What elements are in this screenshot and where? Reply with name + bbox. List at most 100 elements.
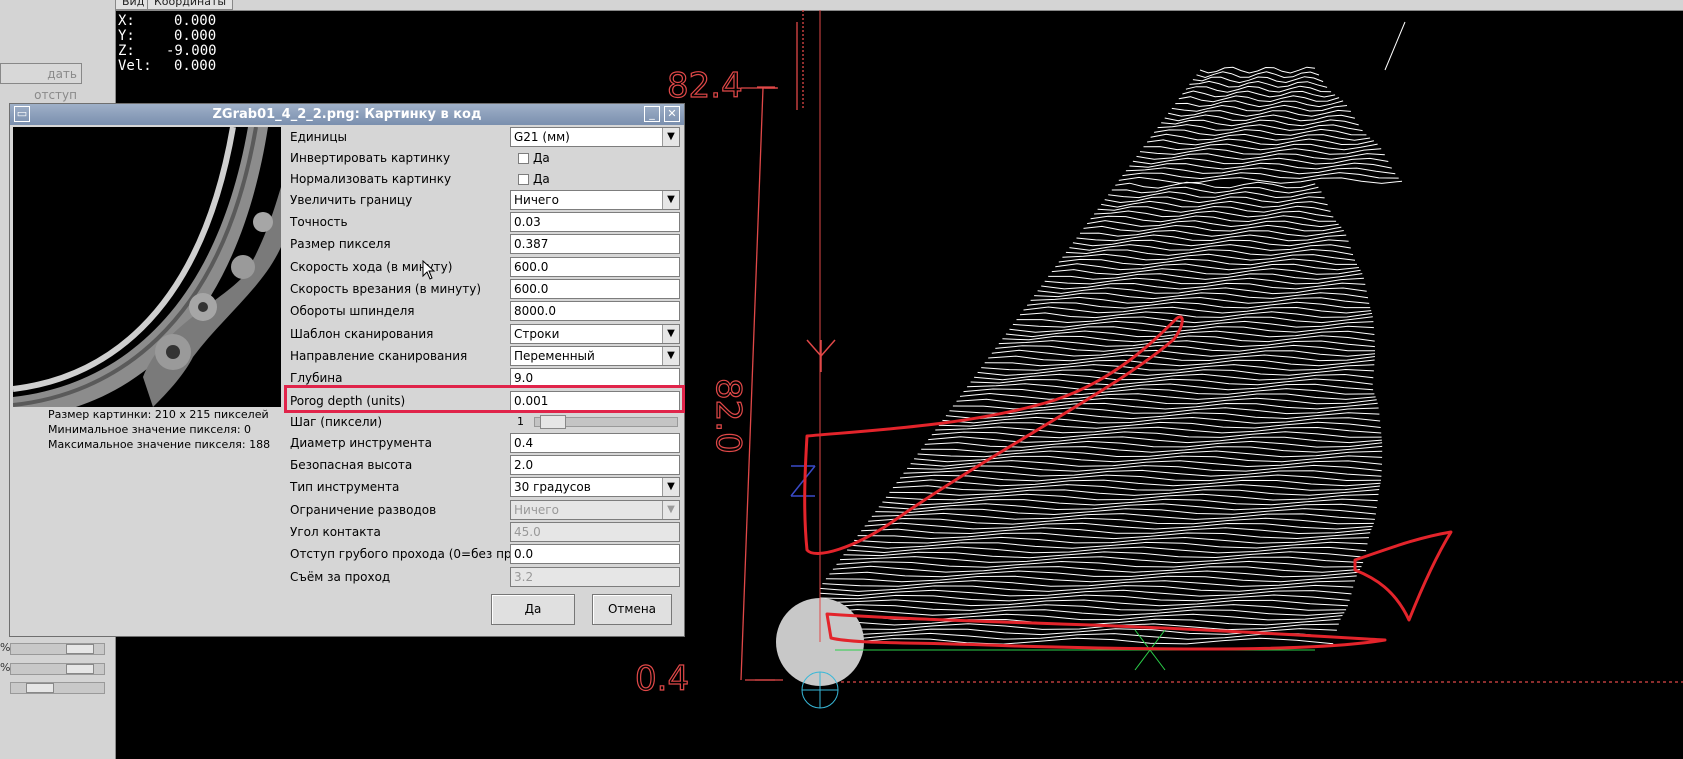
pixel-size-input[interactable]: 0.387 — [510, 234, 680, 254]
tool-type-select[interactable]: 30 градусов ▼ — [510, 477, 680, 497]
toolpath-line — [1083, 224, 1342, 232]
toolpath-line — [1051, 268, 1361, 276]
pattern-select[interactable]: Строки ▼ — [510, 324, 680, 344]
tool-diameter-label: Диаметр инструмента — [290, 436, 432, 450]
slider-knob-1[interactable] — [66, 644, 94, 654]
toolpath-line — [1150, 133, 1371, 141]
dialog-titlebar[interactable]: ▭ ZGrab01_4_2_2.png: Картинку в код _ ✕ — [10, 104, 684, 125]
toolpath-line — [1182, 90, 1336, 98]
toolpath-line — [1016, 316, 1373, 324]
z-axis-icon — [790, 465, 816, 497]
tab-view[interactable]: Вид — [115, 0, 152, 10]
row-step: Шаг (пиксели) 1 — [288, 411, 682, 433]
toolpath-line — [1023, 306, 1372, 314]
toolpath-line — [819, 604, 1347, 611]
toolpath-line — [1157, 124, 1363, 132]
toolpath-line — [1090, 215, 1337, 223]
normalize-checkbox[interactable]: Да — [518, 168, 550, 190]
override-slider-1[interactable]: % — [0, 641, 110, 657]
toolpath-line — [921, 445, 1383, 453]
feed-input[interactable]: 600.0 — [510, 257, 680, 277]
y-label: Y: — [118, 28, 135, 44]
invert-check-text: Да — [533, 151, 550, 165]
tool-type-value: 30 градусов — [514, 480, 591, 494]
toolpath-line — [952, 402, 1378, 410]
step-slider-knob[interactable] — [540, 415, 566, 429]
expand-select[interactable]: Ничего ▼ — [510, 190, 680, 210]
chevron-down-icon[interactable]: ▼ — [662, 347, 679, 365]
toolpath-line — [839, 556, 1364, 564]
step-slider[interactable]: 1 — [510, 414, 680, 430]
mouse-cursor-icon — [422, 260, 436, 280]
roughing-depth-input: 3.2 — [510, 567, 680, 587]
close-icon[interactable]: ✕ — [664, 106, 680, 122]
toolpath-line — [998, 340, 1375, 348]
toolpath-line — [1055, 263, 1359, 271]
origin-icon — [801, 671, 839, 709]
toolpath-line — [928, 436, 1382, 444]
toolpath-line — [857, 532, 1371, 540]
toolpath-line — [1147, 138, 1375, 146]
override-slider-3[interactable] — [0, 680, 110, 696]
checkbox-icon[interactable] — [518, 174, 529, 185]
spindle-input[interactable]: 8000.0 — [510, 301, 680, 321]
invert-checkbox[interactable]: Да — [518, 147, 550, 169]
bounds-label: Ограничение разводов — [290, 503, 437, 517]
chevron-down-icon[interactable]: ▼ — [662, 325, 679, 343]
row-normalize: Нормализовать картинку Да — [288, 168, 682, 190]
checkbox-icon[interactable] — [518, 153, 529, 164]
toolpath-line — [871, 512, 1375, 520]
toolpath-line — [1030, 296, 1370, 304]
invert-label: Инвертировать картинку — [290, 151, 451, 165]
row-tool-diameter: Диаметр инструмента 0.4 — [288, 432, 682, 454]
slider-label-2: % — [0, 661, 11, 674]
spindle-label: Обороты шпинделя — [290, 304, 415, 318]
toolpath-line — [864, 522, 1373, 530]
image-preview — [13, 127, 281, 407]
tool-diameter-input[interactable]: 0.4 — [510, 433, 680, 453]
max-pixel-info: Максимальное значение пикселя: 188 — [48, 438, 271, 451]
toolpath-line — [995, 344, 1376, 352]
row-feed: Скорость хода (в минуту) 600.0 — [288, 256, 682, 278]
cancel-button[interactable]: Отмена — [592, 594, 672, 625]
toolpath-lines — [819, 66, 1403, 645]
roughing-offset-input[interactable]: 0.0 — [510, 544, 680, 564]
safe-height-input[interactable]: 2.0 — [510, 455, 680, 475]
ok-button[interactable]: Да — [491, 594, 575, 625]
override-slider-2[interactable]: % — [0, 661, 110, 677]
row-pattern: Шаблон сканирования Строки ▼ — [288, 323, 682, 345]
chevron-down-icon[interactable]: ▼ — [662, 191, 679, 209]
toolpath-line — [991, 349, 1376, 357]
toolpath-line — [819, 608, 1345, 616]
toolpath-line — [956, 397, 1377, 405]
row-plunge: Скорость врезания (в минуту) 600.0 — [288, 278, 682, 300]
image-to-gcode-dialog: ▭ ZGrab01_4_2_2.png: Картинку в код _ ✕ … — [9, 103, 685, 637]
toolpath-line — [1189, 80, 1328, 88]
slider-knob-2[interactable] — [66, 664, 94, 674]
units-select[interactable]: G21 (мм) ▼ — [510, 127, 680, 147]
tolerance-input[interactable]: 0.03 — [510, 212, 680, 232]
expand-label: Увеличить границу — [290, 193, 413, 207]
bounds-select: Ничего ▼ — [510, 500, 680, 520]
red-annotation-marks — [803, 315, 1453, 651]
row-direction: Направление сканирования Переменный ▼ — [288, 345, 682, 367]
x-label: X: — [118, 13, 135, 29]
vel-value: 0.000 — [174, 58, 217, 74]
tab-coordinates[interactable]: Координаты — [147, 0, 234, 10]
chevron-down-icon[interactable]: ▼ — [662, 128, 679, 146]
chevron-down-icon[interactable]: ▼ — [662, 478, 679, 496]
slider-knob-3[interactable] — [26, 683, 54, 693]
min-pixel-info: Минимальное значение пикселя: 0 — [48, 423, 252, 436]
pattern-label: Шаблон сканирования — [290, 327, 434, 341]
direction-select[interactable]: Переменный ▼ — [510, 346, 680, 366]
pattern-value: Строки — [514, 327, 560, 341]
step-value: 1 — [517, 415, 524, 428]
toolpath-line — [1125, 167, 1396, 175]
expand-value: Ничего — [514, 193, 559, 207]
toolpath-line — [935, 426, 1382, 434]
minimize-icon[interactable]: _ — [644, 106, 660, 122]
x-value: 0.000 — [174, 13, 217, 29]
plunge-input[interactable]: 600.0 — [510, 279, 680, 299]
toolpath-line — [984, 359, 1375, 367]
offset-button[interactable]: дать отступ — [0, 63, 82, 102]
